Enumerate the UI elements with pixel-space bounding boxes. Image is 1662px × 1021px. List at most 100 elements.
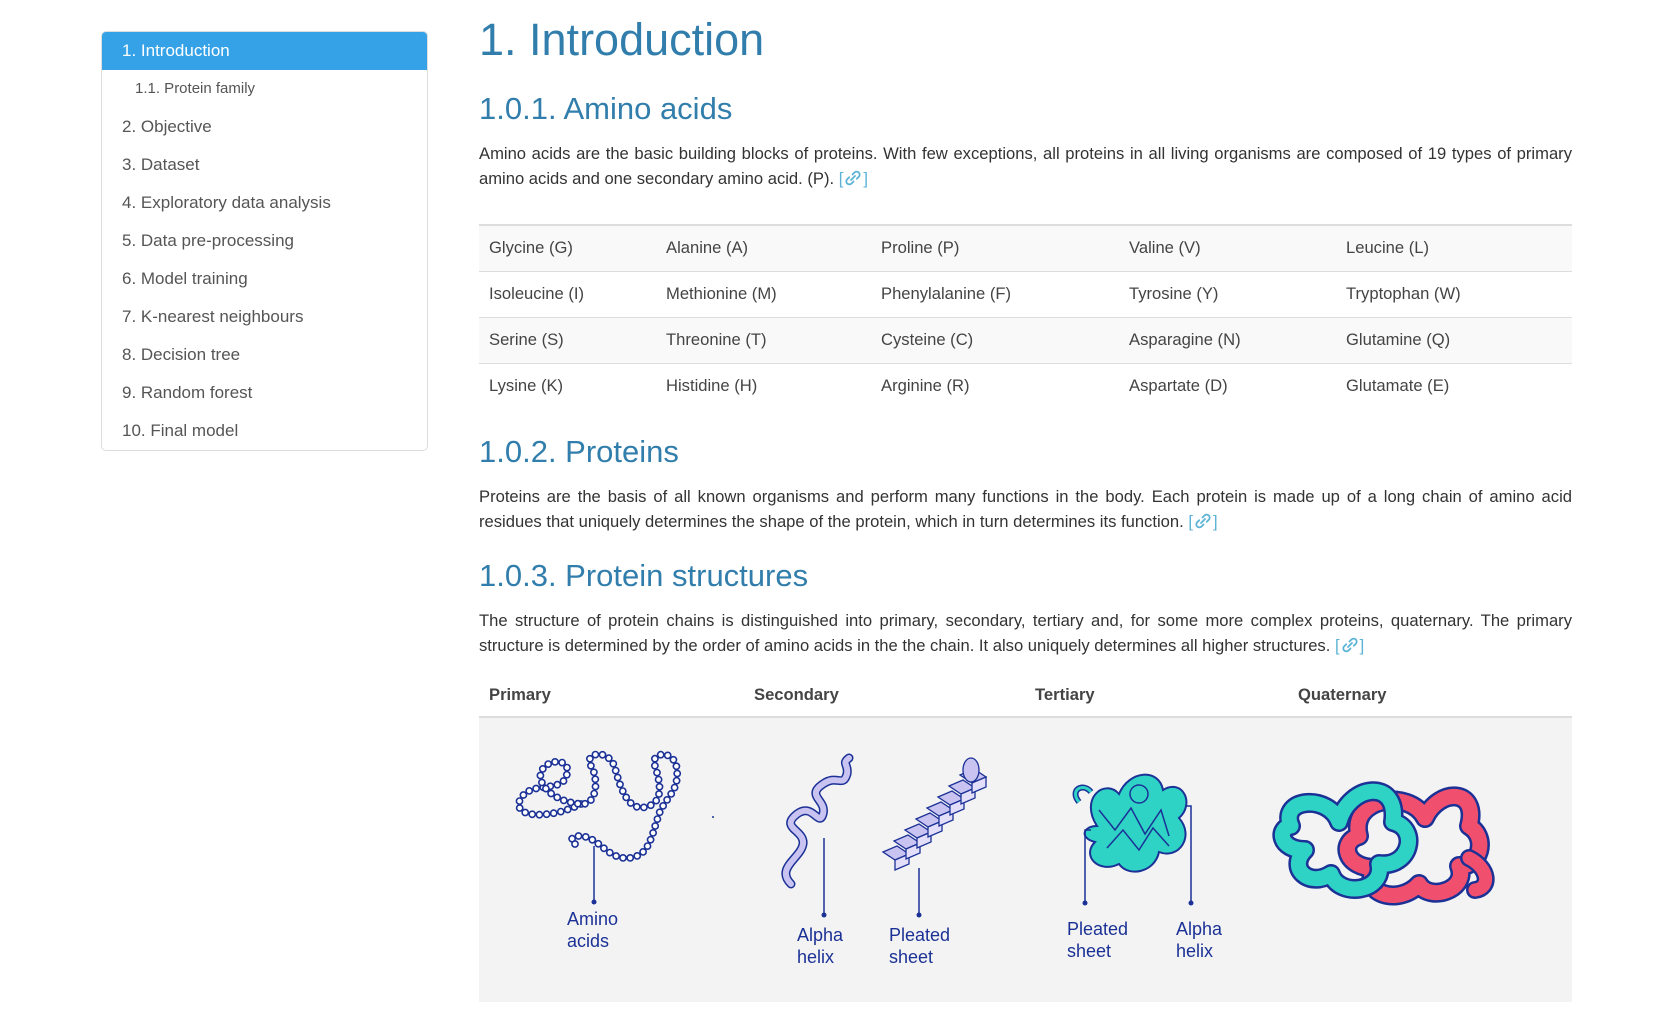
toc-item-k-nearest-neighbours[interactable]: 7. K-nearest neighbours (102, 298, 427, 336)
label-line: sheet (1067, 941, 1112, 961)
amino-acid-chain (515, 750, 682, 862)
amino-acid-bead (670, 783, 679, 792)
stray-dot (712, 816, 714, 818)
label-line: helix (1176, 941, 1214, 961)
label-tertiary-alpha-helix: Alpha helix (1176, 918, 1222, 962)
label-line: Pleated (889, 925, 951, 945)
amino-acid-bead (515, 797, 524, 805)
amino-acid-bead (655, 782, 664, 791)
amino-acid-bead (553, 780, 562, 789)
amino-acid-bead (669, 755, 678, 764)
table-row: Isoleucine (I) Methionine (M) Phenylalan… (479, 271, 1572, 318)
label-line: sheet (889, 947, 934, 967)
toc-item-random-forest[interactable]: 9. Random forest (102, 374, 427, 412)
label-line: Pleated (1067, 919, 1129, 939)
amino-acid-bead (653, 815, 662, 823)
amino-acid-bead (632, 802, 641, 811)
table-cell: Serine (S) (479, 317, 656, 364)
label-secondary-alpha-helix: Alpha helix (797, 924, 843, 968)
section-heading-proteins: 1.0.2. Proteins (479, 434, 679, 469)
table-cell: Glycine (G) (479, 225, 656, 272)
amino-acid-bead (563, 805, 572, 814)
amino-acid-bead (663, 751, 672, 760)
amino-acid-bead (600, 844, 608, 853)
amino-acid-bead (566, 798, 575, 807)
table-row: Glycine (G) Alanine (A) Proline (P) Vali… (479, 225, 1572, 272)
section-heading-protein-structures: 1.0.3. Protein structures (479, 558, 809, 593)
amino-acid-bead (673, 769, 682, 778)
pleated-sheet-cap (962, 757, 980, 783)
pointer-dot (821, 912, 827, 918)
amino-acid-bead (588, 835, 597, 844)
amino-acid-bead (590, 789, 599, 798)
amino-acid-bead (525, 787, 534, 795)
amino-acid-bead (604, 754, 613, 763)
amino-acid-bead (528, 810, 537, 819)
amino-acid-bead (581, 833, 590, 841)
table-cell: Leucine (L) (1336, 225, 1572, 272)
amino-acid-bead (639, 803, 648, 812)
toc-item-introduction[interactable]: 1. Introduction (102, 32, 427, 70)
amino-acid-bead (542, 784, 550, 793)
header-secondary: Secondary (754, 685, 839, 704)
amino-acid-bead (667, 790, 676, 798)
table-row: Lysine (K) Histidine (H) Arginine (R) As… (479, 363, 1572, 409)
table-cell: Tryptophan (W) (1336, 271, 1572, 318)
amino-acid-bead (519, 791, 528, 799)
amino-acid-bead (622, 793, 631, 802)
amino-acids-reference-link[interactable]: [] (839, 169, 868, 188)
amino-acid-bead (547, 789, 555, 798)
pleated-sheet-stairs (881, 757, 988, 871)
amino-acid-bead (574, 832, 583, 840)
label-line: Alpha (797, 925, 844, 945)
toc-item-exploratory-data-analysis[interactable]: 4. Exploratory data analysis (102, 184, 427, 222)
pointer-dot (591, 899, 597, 905)
amino-acid-bead (611, 766, 620, 775)
amino-acid-bead (612, 852, 620, 860)
amino-acid-bead (643, 842, 652, 851)
toc-item-data-pre-processing[interactable]: 5. Data pre-processing (102, 222, 427, 260)
toc-item-protein-family[interactable]: 1.1. Protein family (102, 70, 427, 108)
header-tertiary: Tertiary (1035, 685, 1095, 704)
table-cell: Alanine (A) (656, 225, 871, 272)
amino-acid-bead (587, 761, 595, 770)
protein-structures-text: The structure of protein chains is disti… (479, 611, 1572, 655)
label-amino-acids: Amino acids (567, 908, 618, 952)
amino-acid-bead (639, 847, 647, 856)
table-cell: Lysine (K) (489, 376, 564, 396)
toc-item-final-model[interactable]: 10. Final model (102, 412, 427, 450)
table-cell: Histidine (H) (666, 376, 758, 396)
protein-structures-reference-link[interactable]: [] (1335, 636, 1364, 655)
amino-acid-bead (581, 799, 589, 808)
amino-acid-bead (626, 799, 635, 807)
toc-item-dataset[interactable]: 3. Dataset (102, 146, 427, 184)
table-cell: Phenylalanine (F) (871, 271, 1119, 318)
amino-acid-bead (605, 848, 614, 857)
toc-item-decision-tree[interactable]: 8. Decision tree (102, 336, 427, 374)
toc-item-model-training[interactable]: 6. Model training (102, 260, 427, 298)
amino-acid-bead (535, 810, 544, 819)
amino-acid-table: Glycine (G) Alanine (A) Proline (P) Vali… (479, 224, 1572, 409)
label-line: Alpha (1176, 919, 1223, 939)
pointer-dot (1188, 900, 1194, 906)
amino-acids-paragraph: Amino acids are the basic building block… (479, 141, 1572, 191)
amino-acid-bead (659, 802, 667, 810)
amino-acid-bead (515, 804, 524, 812)
tertiary-structure-blob (1072, 773, 1188, 873)
proteins-paragraph: Proteins are the basis of all known orga… (479, 484, 1572, 534)
amino-acid-bead (538, 778, 546, 787)
toc-item-objective[interactable]: 2. Objective (102, 108, 427, 146)
header-primary: Primary (489, 685, 551, 704)
amino-acid-bead (656, 750, 665, 759)
alpha-helix-ribbon (781, 753, 854, 889)
amino-acid-bead (616, 780, 624, 789)
amino-acid-bead (672, 762, 681, 771)
amino-acid-bead (649, 829, 657, 837)
label-secondary-pleated-sheet: Pleated sheet (889, 924, 950, 968)
proteins-reference-link[interactable]: [] (1188, 512, 1217, 531)
ref-bracket-close: ] (1359, 636, 1365, 655)
amino-acid-bead (532, 784, 540, 793)
amino-acid-bead (573, 799, 582, 808)
amino-acid-bead (655, 790, 663, 798)
link-icon (1195, 513, 1211, 529)
